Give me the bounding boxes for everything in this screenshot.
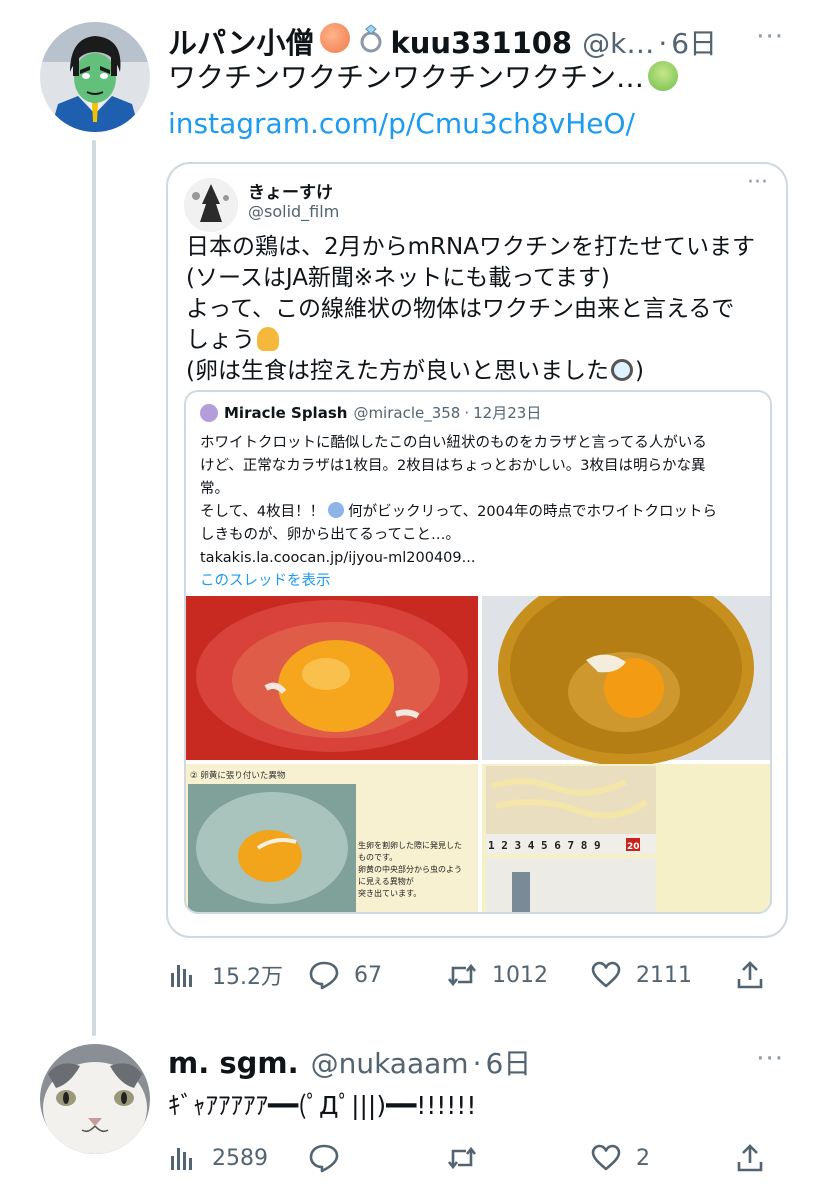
quoted-line: 何がビックリって、2004年の時点でホワイトクロットら: [348, 504, 718, 520]
scream-emoji-icon: [328, 502, 345, 518]
ruler-digits: 1 2 3 4 5 6 7 8 9: [488, 839, 601, 852]
share-icon: [737, 961, 763, 989]
tweet-header: ルパン小僧 kuu331108 @k… · 6日: [168, 20, 717, 62]
quoted-link: takakis.la.coocan.jp/ijyou-ml200409...: [200, 550, 476, 566]
embedded-tweet-text: 日本の鶏は、2月からmRNAワクチンを打たせています (ソースはJA新聞※ネット…: [186, 232, 755, 387]
tweet-actions: 2589 2: [166, 1138, 776, 1178]
ring-emoji-icon: [356, 23, 386, 53]
separator-dot: ·: [658, 27, 668, 60]
embedded-line-close: ): [634, 358, 644, 384]
retweet-button[interactable]: [446, 1138, 492, 1178]
egg-photo-2: [482, 596, 770, 766]
embedded-line: (ソースはJA新聞※ネットにも載ってます): [186, 265, 610, 291]
tweet-header: m. sgm. @nukaaam · 6日: [168, 1042, 531, 1082]
quoted-line: そして、4枚目！！: [200, 504, 325, 520]
embedded-display-name: きょーすけ: [248, 183, 333, 203]
quoted-date: 12月23日: [473, 404, 542, 422]
quoted-tweet: Miracle Splash @miracle_358 · 12月23日 ホワイ…: [184, 390, 772, 914]
media-note-line: 生卵を割卵した際に発見した: [358, 840, 462, 850]
views-bar-chart-icon: [171, 1148, 192, 1170]
magnifier-emoji-icon: [610, 359, 633, 381]
views-bar-chart-icon: [171, 965, 192, 987]
views-button[interactable]: 2589: [166, 1138, 268, 1178]
embedded-tweet-image[interactable]: きょーすけ @solid_film ··· 日本の鶏は、2月からmRNAワクチン…: [166, 162, 788, 938]
media-note-line: に見える異物が: [358, 876, 414, 886]
avatar[interactable]: [40, 22, 150, 132]
more-options-icon[interactable]: ···: [756, 22, 784, 52]
lupin-avatar-image: [40, 22, 150, 132]
display-name[interactable]: m. sgm.: [168, 1046, 299, 1080]
quoted-avatar: [200, 403, 218, 422]
display-name[interactable]: ルパン小僧: [168, 20, 314, 62]
retweet-button[interactable]: 1012: [446, 955, 548, 995]
tweet-text-body: ワクチンワクチンワクチンワクチン…: [168, 61, 645, 94]
like-button[interactable]: 2: [590, 1138, 650, 1178]
media-caption: ② 卵黄に張り付いた異物: [190, 770, 286, 781]
tweet-text: ワクチンワクチンワクチンワクチン…: [168, 58, 679, 98]
timestamp[interactable]: 6日: [671, 22, 717, 62]
like-count: 2: [636, 1145, 650, 1171]
quoted-text: ホワイトクロットに酷似したこの白い紐状のものをカラザと言ってる人がいる けど、正…: [200, 432, 717, 593]
embedded-more-icon: ···: [747, 170, 768, 195]
tweet-link[interactable]: instagram.com/p/Cmu3ch8vHeO/: [168, 104, 635, 144]
media-note-line: ものです。: [358, 853, 397, 862]
reply-bubble-icon: [309, 1144, 339, 1173]
quoted-line: 常。: [200, 481, 229, 497]
like-button[interactable]: 2111: [590, 955, 692, 995]
user-handle[interactable]: @k…: [582, 27, 654, 60]
retweet-icon: [447, 1146, 477, 1170]
user-handle[interactable]: @nukaaam: [311, 1047, 469, 1080]
peach-emoji-icon: [320, 23, 351, 53]
egg-photo-3: ② 卵黄に張り付いた異物 生卵を割卵した際に発見した ものです。 卵黄の中央部分…: [186, 764, 478, 912]
show-thread-link: このスレッドを表示: [200, 573, 331, 589]
timestamp[interactable]: 6日: [485, 1042, 531, 1082]
tweet-actions: 15.2万 67 1012 2111: [166, 955, 776, 995]
quoted-handle: @miracle_358: [353, 403, 461, 422]
cat-avatar-image: [40, 1044, 150, 1154]
embedded-handle: @solid_film: [248, 202, 340, 221]
views-button[interactable]: 15.2万: [166, 955, 283, 995]
share-icon: [737, 1144, 763, 1172]
quoted-line: けど、正常なカラザは1枚目。2枚目はちょっとおかしい。3枚目は明らかな異: [200, 458, 706, 474]
reply-count: 67: [354, 962, 382, 988]
share-button[interactable]: [734, 955, 780, 995]
retweet-icon: [447, 963, 477, 987]
quoted-header: Miracle Splash @miracle_358 · 12月23日: [200, 402, 541, 423]
display-name-suffix[interactable]: kuu331108: [390, 26, 572, 60]
tweet-2[interactable]: m. sgm. @nukaaam · 6日 ··· ｷﾞｬｱｱｱｱｱ━━(ﾟДﾟ…: [0, 1020, 828, 1184]
reply-button[interactable]: [308, 1138, 354, 1178]
embedded-avatar: [184, 178, 238, 232]
egg-photo-1: [186, 596, 478, 760]
ruler-mark: 20: [627, 842, 640, 852]
separator-dot: ·: [464, 403, 470, 422]
embedded-line: (卵は生食は控えた方が良いと思いました: [186, 358, 609, 384]
egg-photo-4: 1 2 3 4 5 6 7 8 9 20: [482, 764, 770, 912]
quoted-display-name: Miracle Splash: [224, 403, 348, 422]
reply-button[interactable]: 67: [308, 955, 382, 995]
media-note-line: 卵黄の中央部分から虫のよう: [358, 864, 462, 874]
quoted-line: ホワイトクロットに酷似したこの白い紐状のものをカラザと言ってる人がいる: [200, 435, 707, 451]
retweet-count: 1012: [492, 962, 548, 988]
like-count: 2111: [636, 962, 692, 988]
quoted-line: しきものが、卵から出てるってこと…。: [200, 527, 460, 543]
share-button[interactable]: [734, 1138, 780, 1178]
views-count: 2589: [212, 1145, 268, 1171]
heart-icon: [591, 1144, 621, 1171]
egg-photo-grid: ② 卵黄に張り付いた異物 生卵を割卵した際に発見した ものです。 卵黄の中央部分…: [186, 596, 770, 912]
media-note-line: 突き出ています。: [358, 888, 421, 898]
embedded-line: 日本の鶏は、2月からmRNAワクチンを打たせています: [186, 234, 755, 260]
tweet-text: ｷﾞｬｱｱｱｱｱ━━(ﾟДﾟ|||)━━!!!!!!: [168, 1091, 477, 1120]
nauseated-face-emoji-icon: [648, 61, 679, 91]
reply-bubble-icon: [309, 961, 339, 990]
avatar[interactable]: [40, 1044, 150, 1154]
embedded-line: よって、この線維状の物体はワクチン由来と言えるで: [186, 296, 735, 322]
separator-dot: ·: [472, 1047, 482, 1080]
views-count: 15.2万: [212, 965, 283, 990]
tweet-1[interactable]: ルパン小僧 kuu331108 @k… · 6日 ··· ワクチンワクチンワクチ…: [0, 0, 828, 1020]
heart-icon: [591, 961, 621, 988]
person-emoji-icon: [257, 327, 279, 351]
embedded-line: しょう: [186, 327, 255, 353]
more-options-icon[interactable]: ···: [756, 1044, 784, 1074]
